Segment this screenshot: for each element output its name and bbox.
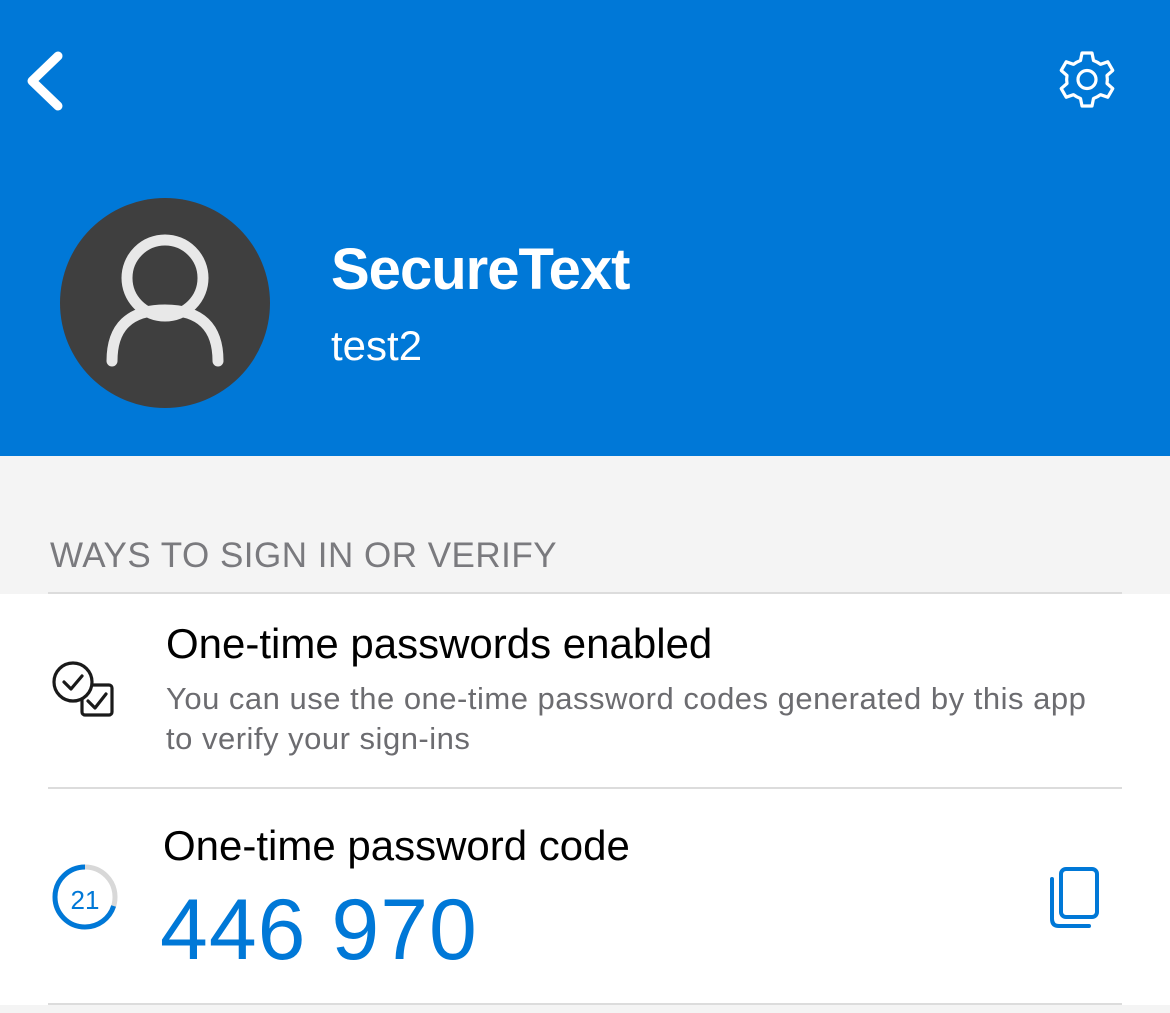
gear-icon <box>1059 51 1115 108</box>
settings-button[interactable] <box>1054 48 1120 114</box>
chevron-left-icon <box>27 51 63 111</box>
person-icon <box>106 234 224 367</box>
checklist-icon <box>52 661 114 717</box>
account-name: SecureText <box>331 237 630 302</box>
divider <box>48 787 1122 789</box>
otp-code-value[interactable]: 446 970 <box>160 880 478 980</box>
divider <box>48 592 1122 594</box>
account-header: SecureText test2 <box>0 0 1170 456</box>
copy-icon <box>1050 867 1099 928</box>
copy-button[interactable] <box>1046 866 1102 930</box>
otp-enabled-title: One-time passwords enabled <box>166 620 713 667</box>
otp-code-title: One-time password code <box>163 822 630 869</box>
otp-enabled-description: You can use the one-time password codes … <box>166 681 1087 756</box>
section-title: WAYS TO SIGN IN OR VERIFY <box>50 536 558 575</box>
account-username: test2 <box>331 322 423 369</box>
back-button[interactable] <box>22 48 72 114</box>
timer-seconds: 21 <box>70 885 100 915</box>
avatar <box>60 198 270 408</box>
bottom-strip <box>0 1005 1170 1013</box>
